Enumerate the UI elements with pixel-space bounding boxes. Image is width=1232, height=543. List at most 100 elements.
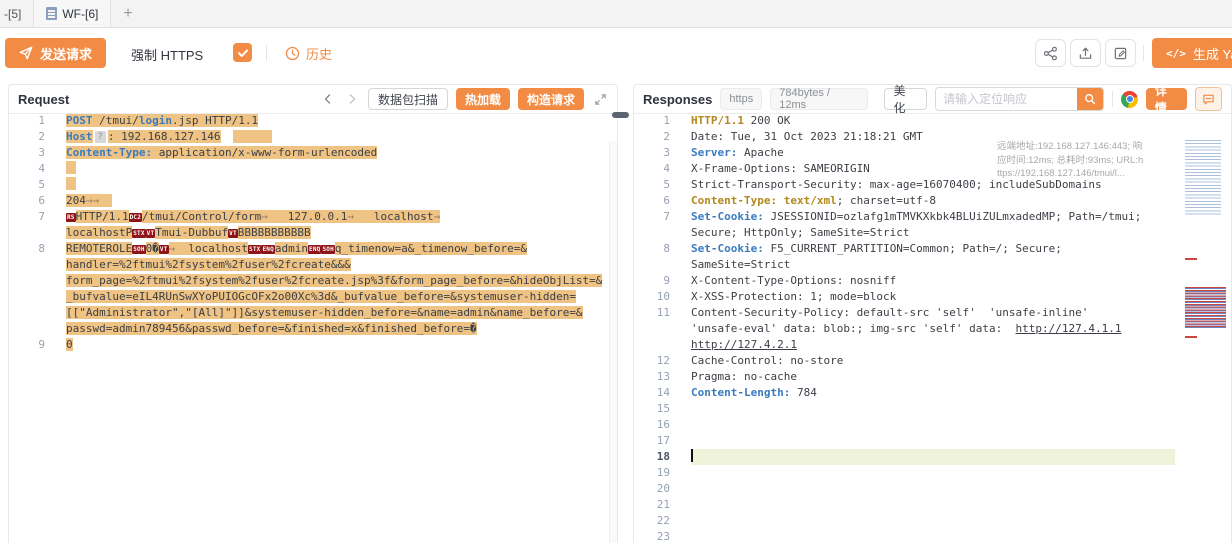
code-token: POST [66, 114, 93, 127]
hot-reload-button[interactable]: 热加载 [456, 88, 510, 110]
code-line[interactable]: 16 [634, 417, 1231, 433]
code-token: Cache-Control: no-store [691, 354, 843, 367]
code-line[interactable]: 6Content-Type: text/xml; charset=utf-8 [634, 193, 1231, 209]
code-line[interactable]: 8Set-Cookie: F5_CURRENT_PARTITION=Common… [634, 241, 1231, 257]
generate-yaml-button[interactable]: </> 生成 Yaml [1152, 38, 1232, 68]
code-token: Content-Length: [691, 386, 790, 399]
code-line[interactable]: 6204→→ [9, 193, 617, 209]
code-line[interactable]: 17 [634, 433, 1231, 449]
line-number: 1 [9, 113, 45, 129]
code-line[interactable]: 11Content-Security-Policy: default-src '… [634, 305, 1231, 321]
code-token: localhost [175, 242, 248, 255]
code-line[interactable]: 14 Content-Length: 784 [634, 385, 1231, 401]
line-content: X-XSS-Protection: 1; mode=block [691, 289, 1175, 305]
share-button[interactable] [1035, 39, 1066, 67]
code-line[interactable]: 90 [9, 337, 617, 353]
code-line[interactable]: 5 [9, 177, 617, 193]
line-number: 17 [634, 433, 670, 449]
text-cursor [691, 449, 693, 462]
code-token: HTTP/1.1 [691, 114, 744, 127]
code-line[interactable]: _bufvalue=eIL4RUnSwXYoPUIOGcOFx2o00Xc%3d… [9, 289, 617, 305]
code-token: login [139, 114, 172, 127]
tab-active[interactable]: WF-[6] [34, 0, 111, 27]
code-token: .jsp HTTP/1.1 [172, 114, 258, 127]
code-token: 784 [790, 386, 817, 399]
code-line[interactable]: 4 [9, 161, 617, 177]
code-line[interactable]: 9X-Content-Type-Options: nosniff [634, 273, 1231, 289]
chevron-left-icon[interactable] [320, 91, 336, 107]
code-token: [["Administrator","[All]"]]&systemuser-h… [66, 306, 583, 319]
beautify-button[interactable]: 美化 [884, 88, 928, 110]
code-line[interactable]: SameSite=Strict [634, 257, 1231, 273]
export-button[interactable] [1070, 39, 1101, 67]
line-number [634, 225, 670, 241]
code-line[interactable]: 7RSHTTP/1.1DC2/tmui/Control/form→ 127.0.… [9, 209, 617, 225]
construct-request-button[interactable]: 构造请求 [518, 88, 584, 110]
code-line[interactable]: 'unsafe-eval' data: blob:; img-src 'self… [634, 321, 1231, 337]
paper-plane-icon [19, 46, 33, 60]
code-line[interactable]: handler=%2ftmui%2fsystem%2fuser%2fcreate… [9, 257, 617, 273]
code-line[interactable]: 3Content-Type: application/x-www-form-ur… [9, 145, 617, 161]
line-content: Content-Length: 784 [691, 385, 1175, 401]
fullscreen-icon[interactable] [592, 91, 608, 107]
control-char-badge: SOH [132, 245, 145, 254]
export-icon [1078, 46, 1093, 61]
request-editor[interactable]: 1POST /tmui/login.jsp HTTP/1.12Host?: 19… [9, 113, 617, 543]
code-line[interactable]: 8REMOTEROLESOH0�VT→ localhostSTXENQadmin… [9, 241, 617, 257]
response-viewer[interactable]: 1HTTP/1.1 200 OK2Date: Tue, 31 Oct 2023 … [634, 113, 1231, 543]
code-line[interactable]: 23 [634, 529, 1231, 543]
panel-splitter-handle[interactable] [612, 112, 629, 118]
comment-button[interactable] [1195, 87, 1222, 111]
code-token: admin [275, 242, 308, 255]
code-line[interactable]: 15 [634, 401, 1231, 417]
code-line[interactable]: 18 [634, 449, 1231, 465]
response-minimap[interactable] [1183, 140, 1228, 543]
code-token: → [347, 210, 354, 223]
code-line[interactable]: [["Administrator","[All]"]]&systemuser-h… [9, 305, 617, 321]
history-button[interactable]: 历史 [285, 44, 332, 63]
code-line[interactable]: 12Cache-Control: no-store [634, 353, 1231, 369]
code-line[interactable]: passwd=admin789456&passwd_before=&finish… [9, 321, 617, 337]
code-line[interactable]: 13Pragma: no-cache [634, 369, 1231, 385]
chrome-icon[interactable] [1121, 91, 1138, 108]
new-tab-button[interactable]: + [111, 5, 144, 23]
request-scrollbar[interactable] [609, 141, 617, 543]
code-line[interactable]: localhostPSTXVTTmui-DubbufVTBBBBBBBBBBB [9, 225, 617, 241]
code-line[interactable]: 1POST /tmui/login.jsp HTTP/1.1 [9, 113, 617, 129]
code-line[interactable]: form_page=%2ftmui%2fsystem%2fuser%2fcrea… [9, 273, 617, 289]
locate-response-input[interactable] [936, 88, 1077, 110]
details-button[interactable]: 详情 [1146, 88, 1188, 110]
line-number: 14 [634, 385, 670, 401]
response-panel-header: Responses https 784bytes / 12ms 美化 详情 [634, 85, 1231, 114]
line-content: Pragma: no-cache [691, 369, 1175, 385]
line-content: localhostPSTXVTTmui-DubbufVTBBBBBBBBBBB [66, 225, 617, 241]
code-line[interactable]: 22 [634, 513, 1231, 529]
line-number: 9 [9, 337, 45, 353]
code-line[interactable]: http://127.4.2.1 [634, 337, 1231, 353]
code-line[interactable]: 19 [634, 465, 1231, 481]
packet-scan-button[interactable]: 数据包扫描 [368, 88, 448, 110]
line-content [66, 177, 617, 193]
tab-prev[interactable]: -[5] [0, 0, 34, 27]
chevron-right-icon[interactable] [344, 91, 360, 107]
code-line[interactable]: Secure; HttpOnly; SameSite=Strict [634, 225, 1231, 241]
send-request-button[interactable]: 发送请求 [5, 38, 106, 68]
code-line[interactable]: 7Set-Cookie: JSESSIONID=ozlafg1mTMVKXkbk… [634, 209, 1231, 225]
fuzzer-toolbar: 发送请求 强制 HTTPS 历史 </> 生成 Yaml [0, 28, 1232, 83]
edit-button[interactable] [1105, 39, 1136, 67]
code-line[interactable]: 1HTTP/1.1 200 OK [634, 113, 1231, 129]
tab-active-label: WF-[6] [62, 7, 98, 21]
line-number: 22 [634, 513, 670, 529]
force-https-checkbox[interactable] [233, 43, 252, 62]
search-button[interactable] [1077, 88, 1103, 110]
code-line[interactable]: 20 [634, 481, 1231, 497]
response-panel: Responses https 784bytes / 12ms 美化 详情 1H… [633, 84, 1232, 543]
request-panel: Request 数据包扫描 热加载 构造请求 1POST /tmui/login… [8, 84, 618, 543]
code-token: 'unsafe-eval' data: blob:; img-src 'self… [691, 322, 1016, 335]
line-number: 7 [634, 209, 670, 225]
line-content: Cache-Control: no-store [691, 353, 1175, 369]
code-line[interactable]: 2Host?: 192.168.127.146 [9, 129, 617, 145]
code-line[interactable]: 21 [634, 497, 1231, 513]
code-line[interactable]: 10X-XSS-Protection: 1; mode=block [634, 289, 1231, 305]
search-icon [1084, 93, 1096, 105]
